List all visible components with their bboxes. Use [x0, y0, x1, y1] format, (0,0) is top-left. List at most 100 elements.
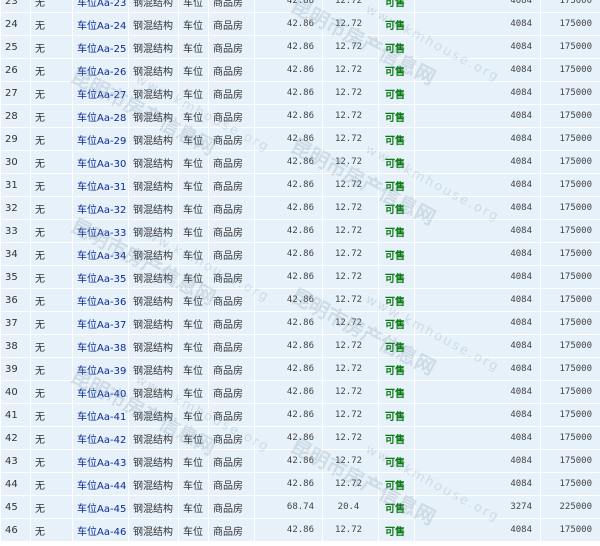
row-number: 24: [0, 12, 31, 36]
status-badge: 可售: [378, 12, 415, 36]
property-type-cell: 商品房: [208, 81, 255, 105]
usage-cell: 车位: [178, 403, 209, 427]
unit-price-cell: 4084: [414, 127, 541, 151]
status-badge: 可售: [378, 127, 415, 151]
inner-area-cell: 12.72: [322, 173, 379, 197]
room-link[interactable]: 车位Aa-35: [77, 274, 126, 285]
unit-price-cell: 4084: [414, 288, 541, 312]
room-link[interactable]: 车位Aa-32: [77, 205, 126, 216]
total-price-cell: 175000: [540, 173, 600, 197]
unit-price-cell: 4084: [414, 472, 541, 496]
room-link[interactable]: 车位Aa-24: [77, 21, 126, 32]
usage-cell: 车位: [178, 518, 209, 542]
room-link[interactable]: 车位Aa-36: [77, 297, 126, 308]
unit-price-cell: 4084: [414, 35, 541, 59]
status-badge: 可售: [378, 518, 415, 542]
status-badge: 可售: [378, 35, 415, 59]
room-link[interactable]: 车位Aa-42: [77, 435, 126, 446]
structure-cell: 钢混结构: [128, 472, 179, 496]
room-link[interactable]: 车位Aa-26: [77, 67, 126, 78]
building-area-cell: 42.86: [254, 265, 323, 289]
property-type-cell: 商品房: [208, 403, 255, 427]
room-link[interactable]: 车位Aa-34: [77, 251, 126, 262]
room-link[interactable]: 车位Aa-40: [77, 389, 126, 400]
structure-cell: 钢混结构: [128, 104, 179, 128]
unit-name: 无: [30, 58, 73, 82]
structure-cell: 钢混结构: [128, 426, 179, 450]
unit-price-cell: 4084: [414, 0, 541, 13]
usage-cell: 车位: [178, 495, 209, 519]
inner-area-cell: 12.72: [322, 12, 379, 36]
room-link[interactable]: 车位Aa-30: [77, 159, 126, 170]
room-number: 车位Aa-29: [72, 127, 129, 151]
structure-cell: 钢混结构: [128, 357, 179, 381]
unit-name: 无: [30, 380, 73, 404]
room-link[interactable]: 车位Aa-44: [77, 481, 126, 492]
status-badge: 可售: [378, 495, 415, 519]
property-type-cell: 商品房: [208, 127, 255, 151]
usage-cell: 车位: [178, 219, 209, 243]
room-link[interactable]: 车位Aa-23: [77, 0, 126, 9]
unit-price-cell: 4084: [414, 357, 541, 381]
unit-name: 无: [30, 127, 73, 151]
room-number: 车位Aa-34: [72, 242, 129, 266]
room-link[interactable]: 车位Aa-25: [77, 44, 126, 55]
room-link[interactable]: 车位Aa-43: [77, 458, 126, 469]
room-link[interactable]: 车位Aa-29: [77, 136, 126, 147]
status-badge: 可售: [378, 380, 415, 404]
table-row: 33 无 车位Aa-33 钢混结构 车位 商品房 42.86 12.72 可售 …: [0, 219, 600, 243]
structure-cell: 钢混结构: [128, 150, 179, 174]
property-type-cell: 商品房: [208, 196, 255, 220]
property-type-cell: 商品房: [208, 58, 255, 82]
unit-price-cell: 4084: [414, 104, 541, 128]
inner-area-cell: 12.72: [322, 242, 379, 266]
row-number: 38: [0, 334, 31, 358]
room-link[interactable]: 车位Aa-37: [77, 320, 126, 331]
room-link[interactable]: 车位Aa-31: [77, 182, 126, 193]
usage-cell: 车位: [178, 380, 209, 404]
room-link[interactable]: 车位Aa-41: [77, 412, 126, 423]
table-row: 46 无 车位Aa-46 钢混结构 车位 商品房 42.86 12.72 可售 …: [0, 518, 600, 542]
row-number: 26: [0, 58, 31, 82]
total-price-cell: 175000: [540, 58, 600, 82]
room-number: 车位Aa-39: [72, 357, 129, 381]
total-price-cell: 175000: [540, 403, 600, 427]
total-price-cell: 175000: [540, 219, 600, 243]
status-badge: 可售: [378, 81, 415, 105]
inner-area-cell: 12.72: [322, 380, 379, 404]
room-number: 车位Aa-26: [72, 58, 129, 82]
room-number: 车位Aa-28: [72, 104, 129, 128]
room-link[interactable]: 车位Aa-39: [77, 366, 126, 377]
room-link[interactable]: 车位Aa-46: [77, 527, 126, 538]
room-link[interactable]: 车位Aa-33: [77, 228, 126, 239]
row-number: 41: [0, 403, 31, 427]
unit-price-cell: 4084: [414, 219, 541, 243]
room-link[interactable]: 车位Aa-38: [77, 343, 126, 354]
property-type-cell: 商品房: [208, 288, 255, 312]
room-link[interactable]: 车位Aa-27: [77, 90, 126, 101]
building-area-cell: 42.86: [254, 334, 323, 358]
table-row: 28 无 车位Aa-28 钢混结构 车位 商品房 42.86 12.72 可售 …: [0, 104, 600, 128]
unit-name: 无: [30, 288, 73, 312]
room-number: 车位Aa-42: [72, 426, 129, 450]
table-row: 38 无 车位Aa-38 钢混结构 车位 商品房 42.86 12.72 可售 …: [0, 334, 600, 358]
unit-price-cell: 4084: [414, 380, 541, 404]
usage-cell: 车位: [178, 150, 209, 174]
building-area-cell: 42.86: [254, 0, 323, 13]
unit-name: 无: [30, 173, 73, 197]
usage-cell: 车位: [178, 472, 209, 496]
table-row: 37 无 车位Aa-37 钢混结构 车位 商品房 42.86 12.72 可售 …: [0, 311, 600, 335]
row-number: 43: [0, 449, 31, 473]
room-link[interactable]: 车位Aa-28: [77, 113, 126, 124]
total-price-cell: 175000: [540, 104, 600, 128]
building-area-cell: 42.86: [254, 311, 323, 335]
usage-cell: 车位: [178, 127, 209, 151]
row-number: 46: [0, 518, 31, 542]
total-price-cell: 175000: [540, 311, 600, 335]
usage-cell: 车位: [178, 265, 209, 289]
structure-cell: 钢混结构: [128, 495, 179, 519]
total-price-cell: 175000: [540, 426, 600, 450]
structure-cell: 钢混结构: [128, 35, 179, 59]
room-link[interactable]: 车位Aa-45: [77, 504, 126, 515]
inner-area-cell: 12.72: [322, 334, 379, 358]
